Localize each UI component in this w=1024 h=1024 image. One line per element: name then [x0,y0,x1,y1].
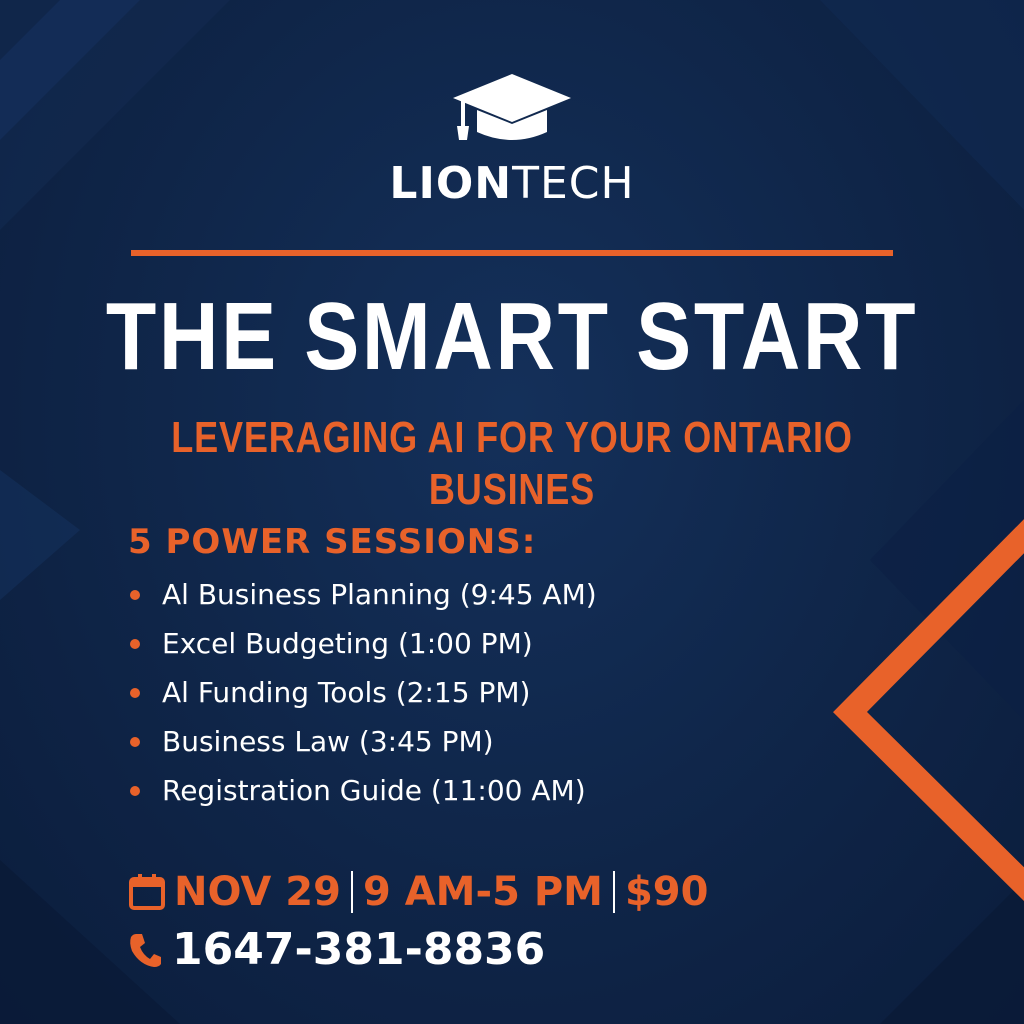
brand-name-bold: LION [389,158,513,209]
phone-number: 1647-381-8836 [172,924,546,975]
page-subtitle: LEVERAGING AI FOR YOUR ONTARIO BUSINES [171,413,853,514]
session-label: Excel Budgeting (1:00 PM) [162,626,533,660]
brand-name: LIONTECH [0,156,1024,212]
contact-phone: 1647-381-8836 [128,922,545,978]
bullet-icon [130,785,140,796]
separator [612,871,615,913]
title-divider [131,250,893,256]
calendar-icon [129,874,165,910]
sessions-heading: 5 POWER SESSIONS: [128,522,537,562]
event-time: 9 AM-5 PM [362,869,603,915]
page-title: THE SMART START [105,283,919,390]
session-label: Al Business Planning (9:45 AM) [162,577,597,611]
bullet-icon [130,589,140,600]
session-list: Al Business Planning (9:45 AM) Excel Bud… [128,570,748,815]
session-label: Al Funding Tools (2:15 PM) [162,675,531,709]
list-item: Business Law (3:45 PM) [128,717,748,766]
brand-name-light: TECH [512,158,635,209]
logo [0,72,1024,152]
event-date: NOV 29 [174,869,341,915]
session-label: Registration Guide (11:00 AM) [162,773,586,807]
separator [350,871,353,913]
list-item: Al Business Planning (9:45 AM) [128,570,748,619]
list-item: Registration Guide (11:00 AM) [128,766,748,815]
list-item: Excel Budgeting (1:00 PM) [128,619,748,668]
list-item: Al Funding Tools (2:15 PM) [128,668,748,717]
bullet-icon [130,736,140,747]
bullet-icon [130,638,140,649]
event-poster: LIONTECH THE SMART START LEVERAGING AI F… [0,0,1024,1024]
event-price: $90 [624,869,709,915]
graduation-cap-icon [453,74,571,140]
phone-icon [130,934,161,967]
session-label: Business Law (3:45 PM) [162,724,494,758]
event-details: NOV 29 9 AM-5 PM $90 [128,866,708,918]
bullet-icon [130,687,140,698]
